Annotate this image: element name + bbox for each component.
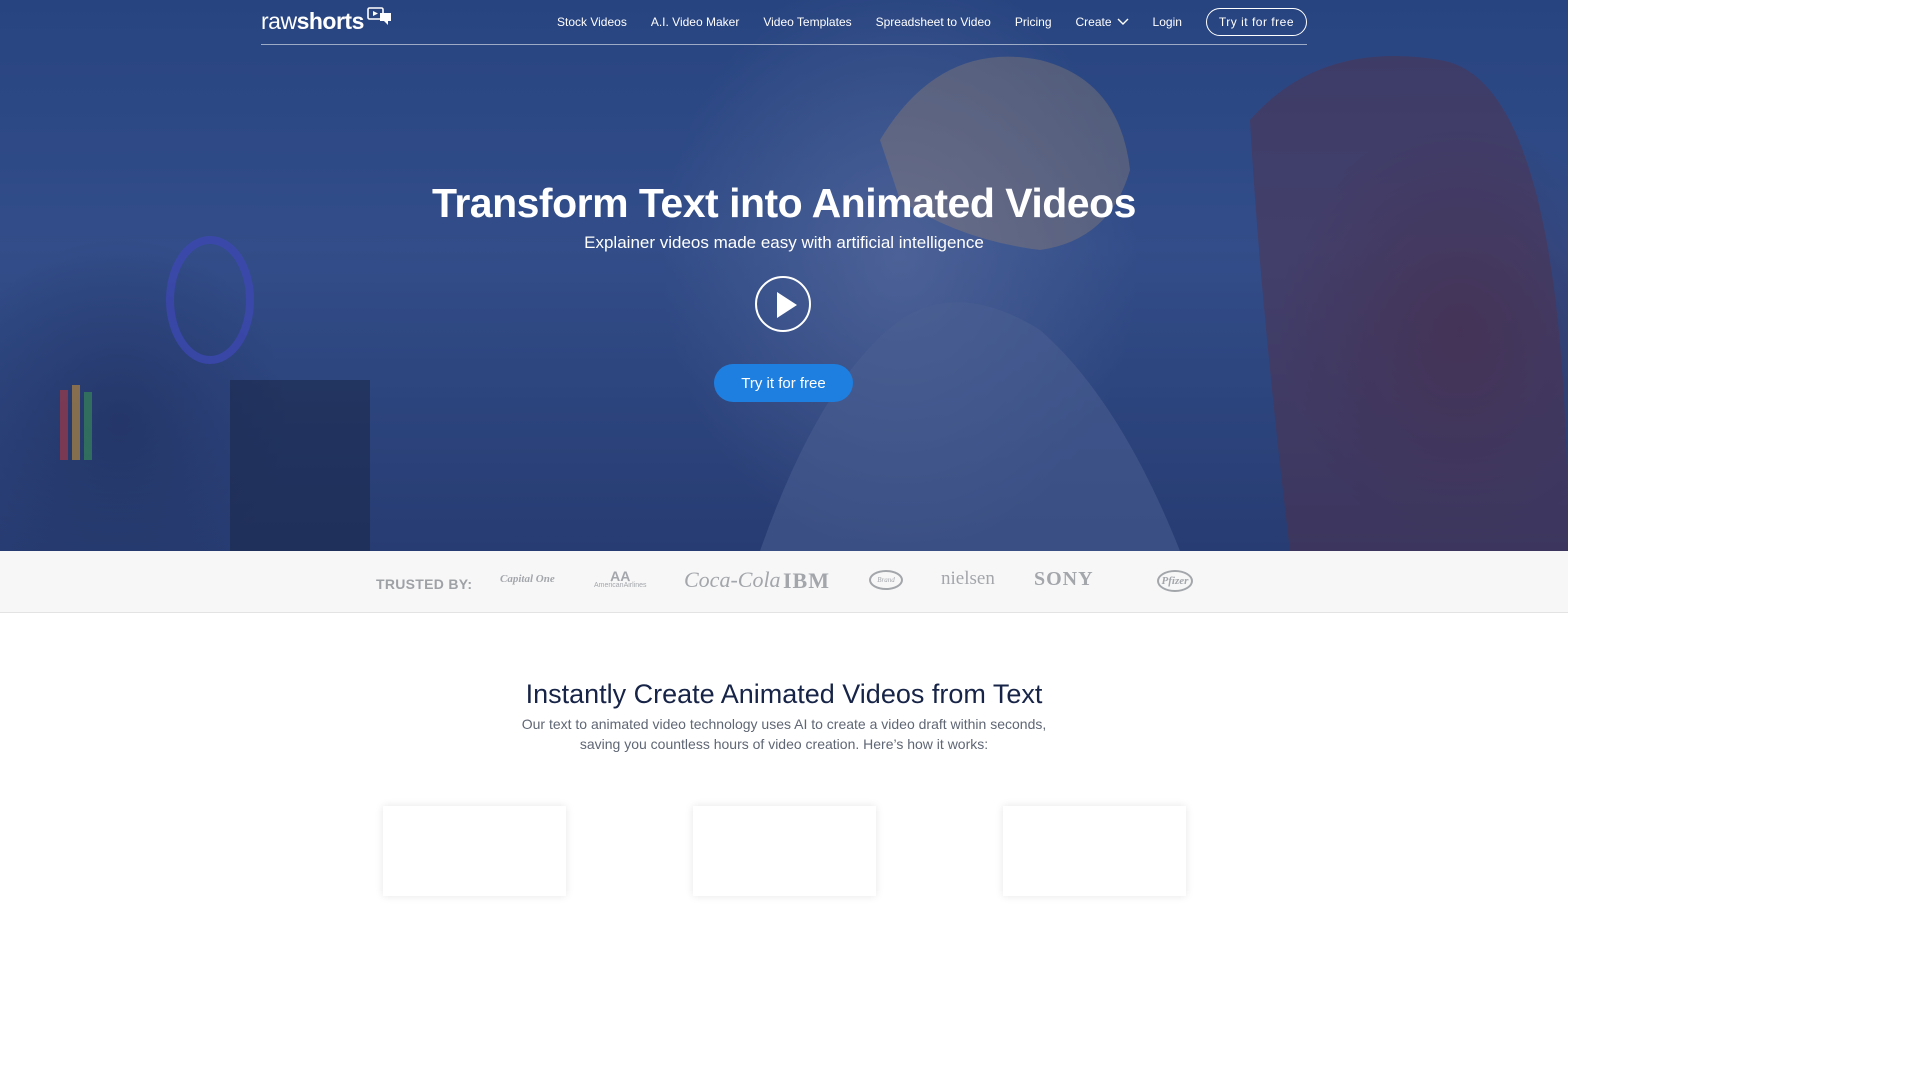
rawshorts-logo[interactable]: raw shorts — [261, 6, 393, 34]
nav-try-free-button[interactable]: Try it for free — [1205, 8, 1307, 36]
play-video-button[interactable] — [755, 276, 811, 332]
nav-links: Stock Videos A.I. Video Maker Video Temp… — [557, 8, 1307, 36]
top-nav: raw shorts Stock Videos A.I. Video Maker … — [261, 0, 1307, 45]
logo-capital-one: Capital One — [500, 573, 555, 585]
logo-american-airlines: AA AmericanAirlines — [594, 568, 647, 589]
nav-create-label: Create — [1075, 15, 1112, 29]
nav-create-dropdown[interactable]: Create — [1076, 15, 1129, 29]
trusted-by-bar: TRUSTED BY: Capital One AA AmericanAirli… — [0, 551, 1568, 613]
how-it-works-card — [1003, 806, 1186, 896]
nav-stock-videos[interactable]: Stock Videos — [557, 15, 627, 29]
logo-pfizer: Pfizer — [1157, 570, 1193, 592]
logo-chat-icon — [367, 6, 393, 33]
hero-section: raw shorts Stock Videos A.I. Video Maker … — [0, 0, 1568, 551]
nav-pricing[interactable]: Pricing — [1015, 15, 1052, 29]
section-description-line-2: saving you countless hours of video crea… — [579, 736, 989, 752]
aa-wordmark: AmericanAirlines — [594, 582, 647, 589]
how-it-works-card — [693, 806, 876, 896]
logo-ibm: IBM — [783, 568, 830, 593]
nav-spreadsheet-to-video[interactable]: Spreadsheet to Video — [876, 15, 991, 29]
logo-sony: SONY — [1034, 568, 1094, 590]
logo-oval-brand: Brand — [869, 570, 903, 590]
hero-subtitle: Explainer videos made easy with artifici… — [584, 233, 984, 252]
section-title: Instantly Create Animated Videos from Te… — [525, 679, 1043, 709]
nav-video-templates[interactable]: Video Templates — [763, 15, 851, 29]
chevron-down-icon — [1117, 15, 1129, 29]
hero-title: Transform Text into Animated Videos — [432, 180, 1136, 226]
logo-text-raw: raw — [261, 7, 297, 34]
logo-nielsen: nielsen — [941, 568, 995, 589]
hero-try-free-button[interactable]: Try it for free — [714, 364, 853, 402]
trusted-by-label: TRUSTED BY: — [376, 576, 473, 592]
section-description: Our text to animated video technology us… — [484, 714, 1084, 754]
play-icon — [777, 292, 797, 318]
logo-text-shorts: shorts — [296, 7, 365, 34]
section-description-line-1: Our text to animated video technology us… — [521, 716, 1047, 732]
how-it-works-card — [383, 806, 566, 896]
logo-coca-cola: Coca-Cola — [684, 567, 781, 592]
aa-mark: AA — [610, 568, 631, 584]
nav-login[interactable]: Login — [1153, 15, 1182, 29]
nav-ai-video-maker[interactable]: A.I. Video Maker — [651, 15, 740, 29]
